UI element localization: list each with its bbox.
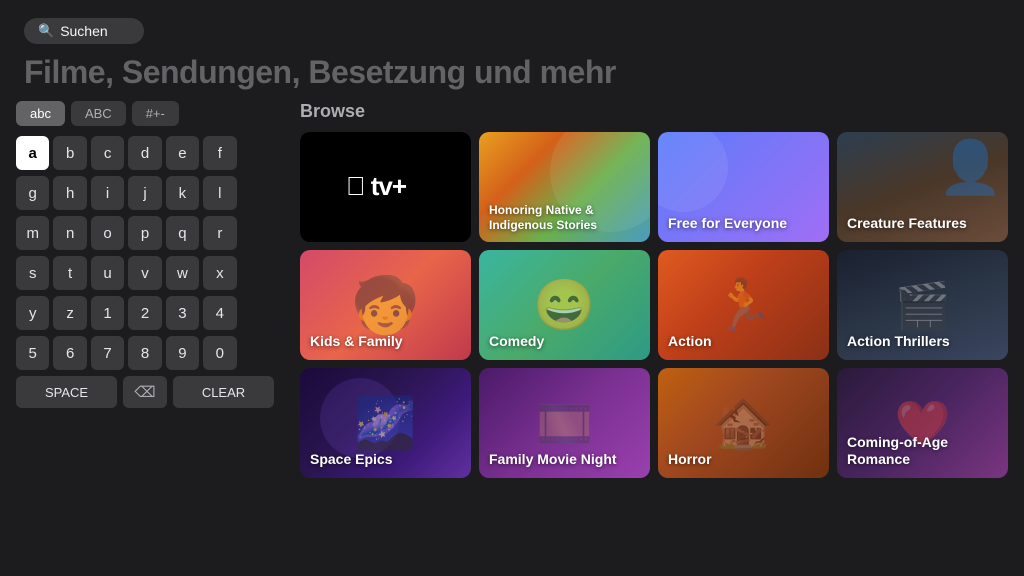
key-y[interactable]: y [16,296,49,330]
browse-grid:  tv+ Honoring Native & Indigenous Stori… [300,132,1008,486]
tile-actionthriller-label: Action Thrillers [847,333,998,350]
keyboard-row-5: y z 1 2 3 4 [16,296,274,330]
tile-horror[interactable]: 🏚️ Horror [658,368,829,478]
backspace-icon: ⌫ [134,383,155,401]
key-m[interactable]: m [16,216,49,250]
space-icon: 🌌 [354,394,416,453]
key-4[interactable]: 4 [203,296,236,330]
tile-space[interactable]: 🌌 Space Epics [300,368,471,478]
key-o[interactable]: o [91,216,124,250]
tile-appletv[interactable]:  tv+ [300,132,471,242]
key-w[interactable]: w [166,256,199,290]
key-8[interactable]: 8 [128,336,161,370]
tile-native[interactable]: Honoring Native & Indigenous Stories [479,132,650,242]
appletv-logo:  tv+ [300,132,471,242]
key-d[interactable]: d [128,136,161,170]
creature-icon: 👤 [938,137,1003,198]
key-l[interactable]: l [203,176,236,210]
family-icon: 🎞️ [536,397,592,450]
key-1[interactable]: 1 [91,296,124,330]
page-title: Filme, Sendungen, Besetzung und mehr [0,50,1024,101]
tile-romance[interactable]: ❤️ Coming-of-Age Romance [837,368,1008,478]
key-c[interactable]: c [91,136,124,170]
key-3[interactable]: 3 [166,296,199,330]
tile-free[interactable]: Free for Everyone [658,132,829,242]
search-icon: 🔍 [38,23,54,39]
action-icon: 🏃 [712,276,774,335]
appletv-svg:  tv+ [346,167,426,207]
key-2[interactable]: 2 [128,296,161,330]
keyboard-panel: abc ABC #+- a b c d e f g h i j k l m n … [0,101,290,576]
horror-icon: 🏚️ [712,394,774,453]
keyboard-actions: SPACE ⌫ CLEAR [16,376,274,408]
tile-kids-label: Kids & Family [310,333,461,350]
key-z[interactable]: z [53,296,86,330]
tile-action-label: Action [668,333,819,350]
key-b[interactable]: b [53,136,86,170]
comedy-icon: 😄 [533,276,595,335]
tile-creature-label: Creature Features [847,215,998,232]
key-q[interactable]: q [166,216,199,250]
tile-action[interactable]: 🏃 Action [658,250,829,360]
tile-family-label: Family Movie Night [489,451,640,468]
key-r[interactable]: r [203,216,236,250]
key-h[interactable]: h [53,176,86,210]
key-u[interactable]: u [91,256,124,290]
key-g[interactable]: g [16,176,49,210]
keyboard-row-4: s t u v w x [16,256,274,290]
browse-label: Browse [300,101,1008,122]
mode-ABC[interactable]: ABC [71,101,126,126]
tile-horror-label: Horror [668,451,819,468]
tile-romance-label: Coming-of-Age Romance [847,434,998,468]
space-button[interactable]: SPACE [16,376,117,408]
tile-comedy[interactable]: 😄 Comedy [479,250,650,360]
search-bar[interactable]: 🔍 Suchen [24,18,144,44]
keyboard-row-3: m n o p q r [16,216,274,250]
key-n[interactable]: n [53,216,86,250]
clear-button[interactable]: CLEAR [173,376,274,408]
key-k[interactable]: k [166,176,199,210]
actionthriller-icon: 🎬 [894,279,950,332]
key-6[interactable]: 6 [53,336,86,370]
key-a[interactable]: a [16,136,49,170]
key-f[interactable]: f [203,136,236,170]
keyboard-mode-row: abc ABC #+- [16,101,274,126]
tile-native-label: Honoring Native & Indigenous Stories [489,203,640,232]
browse-panel: Browse  tv+ Honoring Native & Indigenou… [290,101,1024,576]
tile-actionthriller[interactable]: 🎬 Action Thrillers [837,250,1008,360]
keyboard-row-1: a b c d e f [16,136,274,170]
tile-comedy-label: Comedy [489,333,640,350]
tile-free-label: Free for Everyone [668,215,819,232]
tile-kids[interactable]: 🧒 Kids & Family [300,250,471,360]
main-content: abc ABC #+- a b c d e f g h i j k l m n … [0,101,1024,576]
key-s[interactable]: s [16,256,49,290]
key-9[interactable]: 9 [166,336,199,370]
key-t[interactable]: t [53,256,86,290]
key-j[interactable]: j [128,176,161,210]
kids-icon: 🧒 [351,273,419,338]
keyboard-row-6: 5 6 7 8 9 0 [16,336,274,370]
key-5[interactable]: 5 [16,336,49,370]
mode-symbols[interactable]: #+- [132,101,179,126]
keyboard-row-2: g h i j k l [16,176,274,210]
header: 🔍 Suchen [0,0,1024,50]
search-label: Suchen [60,23,107,39]
backspace-button[interactable]: ⌫ [123,376,167,408]
svg-text: tv+:  tv+ [346,171,407,201]
key-i[interactable]: i [91,176,124,210]
key-e[interactable]: e [166,136,199,170]
key-p[interactable]: p [128,216,161,250]
key-x[interactable]: x [203,256,236,290]
tile-family[interactable]: 🎞️ Family Movie Night [479,368,650,478]
tile-space-label: Space Epics [310,451,461,468]
key-7[interactable]: 7 [91,336,124,370]
mode-abc[interactable]: abc [16,101,65,126]
tile-creature[interactable]: 👤 Creature Features [837,132,1008,242]
key-0[interactable]: 0 [203,336,236,370]
key-v[interactable]: v [128,256,161,290]
